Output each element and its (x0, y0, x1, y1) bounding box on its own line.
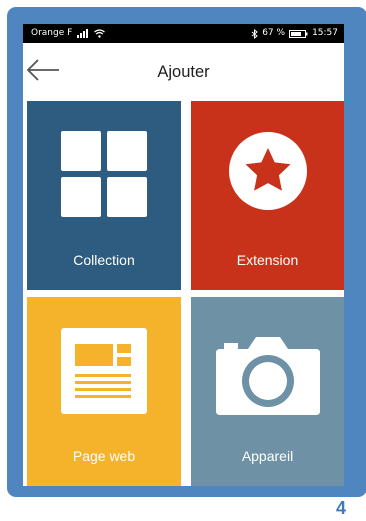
back-button[interactable] (25, 55, 61, 85)
web-page-tile[interactable]: Page web (27, 297, 181, 486)
status-left: Orange F (31, 24, 106, 43)
signal-icon (77, 29, 89, 38)
phone-screen: Orange F 67 % 15:57 Ajouter Collection E… (23, 24, 344, 486)
webpage-icon (61, 328, 147, 414)
page-number: 4 (336, 498, 347, 518)
back-arrow-icon (26, 59, 59, 81)
status-right: 67 % 15:57 (251, 24, 338, 43)
camera-tile[interactable]: Appareil (191, 297, 344, 486)
page: Orange F 67 % 15:57 Ajouter Collection E… (0, 0, 366, 521)
camera-label: Appareil (241, 448, 294, 464)
carrier-name: Orange F (31, 28, 73, 38)
extension-label: Extension (236, 252, 299, 268)
wifi-icon (94, 29, 106, 38)
camera-icon (215, 337, 320, 415)
collection-label: Collection (73, 252, 135, 268)
battery-percent: 67 % (262, 28, 286, 38)
page-title: Ajouter (157, 63, 210, 81)
grid-icon (61, 131, 147, 217)
collection-tile[interactable]: Collection (27, 101, 181, 290)
status-bar: Orange F 67 % 15:57 (23, 24, 344, 43)
bluetooth-icon (251, 28, 258, 39)
battery-icon (289, 29, 308, 38)
extension-tile[interactable]: Extension (191, 101, 344, 290)
star-icon (228, 132, 307, 210)
web-page-label: Page web (72, 448, 136, 464)
clock: 15:57 (312, 28, 338, 38)
app-bar: Ajouter (23, 43, 344, 101)
